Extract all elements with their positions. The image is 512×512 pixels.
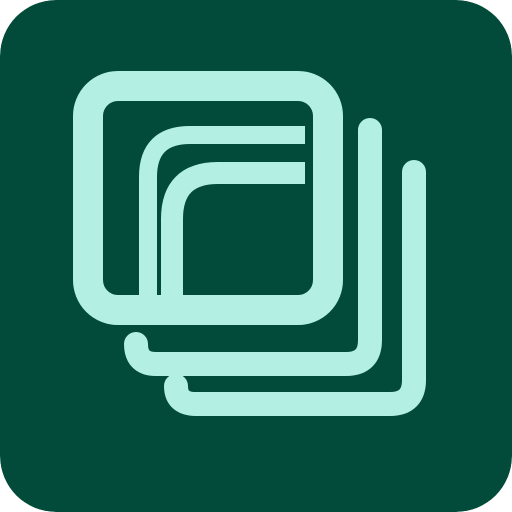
stacked-layers-logo-icon xyxy=(0,0,512,512)
app-icon-tile[interactable] xyxy=(0,0,512,512)
